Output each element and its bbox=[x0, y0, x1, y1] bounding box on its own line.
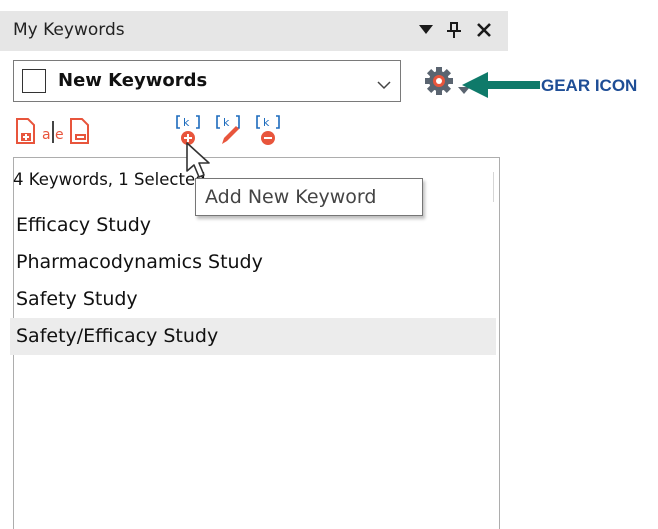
keyword-set-dropdown[interactable]: New Keywords bbox=[13, 60, 401, 102]
svg-text:k: k bbox=[183, 116, 190, 129]
keyword-set-checkbox[interactable] bbox=[22, 69, 46, 93]
keyword-list-item[interactable]: Pharmacodynamics Study bbox=[10, 244, 496, 281]
panel-titlebar: My Keywords bbox=[0, 11, 508, 51]
tooltip: Add New Keyword bbox=[195, 178, 423, 216]
dropdown-arrow-icon[interactable] bbox=[414, 17, 438, 43]
svg-text:k: k bbox=[223, 116, 230, 129]
header-divider bbox=[493, 172, 494, 202]
delete-keyword-set-icon[interactable] bbox=[68, 113, 94, 147]
edit-keyword-icon[interactable]: k bbox=[216, 113, 242, 147]
svg-text:a: a bbox=[42, 127, 51, 143]
keyword-count-status: 4 Keywords, 1 Selected bbox=[13, 170, 206, 189]
close-icon[interactable] bbox=[472, 17, 496, 43]
chevron-down-icon bbox=[377, 75, 391, 94]
panel-title: My Keywords bbox=[13, 20, 125, 40]
keyword-list: Efficacy Study Pharmacodynamics Study Safe… bbox=[10, 207, 496, 355]
delete-keyword-icon[interactable]: k bbox=[256, 113, 282, 147]
svg-text:k: k bbox=[263, 116, 270, 129]
keyword-list-item[interactable]: Safety/Efficacy Study bbox=[10, 318, 496, 355]
my-keywords-panel: My Keywords New Keywords a e k k k 4 Key… bbox=[0, 0, 508, 529]
keyword-list-item[interactable]: Safety Study bbox=[10, 281, 496, 318]
callout-arrow-icon bbox=[462, 70, 542, 104]
add-keyword-set-icon[interactable] bbox=[14, 113, 40, 147]
gear-icon[interactable] bbox=[424, 66, 454, 100]
mouse-cursor-icon bbox=[185, 141, 215, 185]
pin-icon[interactable] bbox=[442, 17, 466, 43]
keyword-set-selected: New Keywords bbox=[58, 70, 208, 91]
svg-text:e: e bbox=[55, 127, 64, 143]
rename-keyword-set-icon[interactable]: a e bbox=[41, 113, 67, 147]
gear-icon-callout-label: GEAR ICON bbox=[541, 76, 638, 95]
